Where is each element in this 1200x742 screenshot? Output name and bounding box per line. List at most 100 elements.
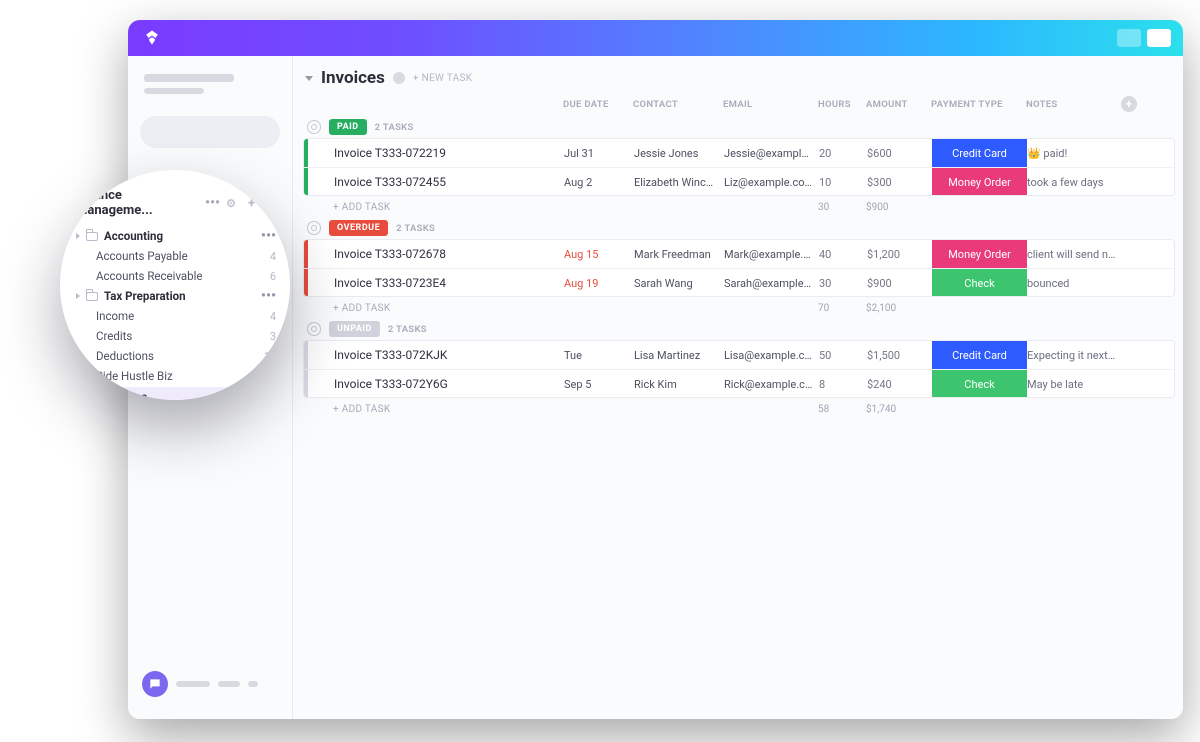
row-accent: [304, 139, 308, 167]
note[interactable]: May be late: [1027, 378, 1122, 391]
note[interactable]: took a few days: [1027, 176, 1122, 189]
payment-type[interactable]: Money Order: [932, 240, 1027, 268]
contact[interactable]: Rick Kim: [634, 378, 724, 391]
status-badge[interactable]: UNPAID: [329, 321, 380, 337]
amount[interactable]: $300: [867, 176, 932, 189]
due-date[interactable]: Aug 19: [564, 277, 634, 290]
table-row[interactable]: Invoice T333-072219Jul 31Jessie JonesJes…: [304, 139, 1174, 167]
group-header[interactable]: OVERDUE2 TASKS: [303, 217, 1175, 239]
amount[interactable]: $600: [867, 147, 932, 160]
more-icon[interactable]: •••: [261, 229, 276, 243]
email[interactable]: Lisa@example.com: [724, 349, 819, 362]
col-contact: CONTACT: [633, 99, 723, 110]
info-icon[interactable]: [393, 72, 405, 84]
note[interactable]: Expecting it next week: [1027, 349, 1122, 362]
sidebar-folder-item[interactable]: Tax Preparation •••: [76, 286, 276, 306]
group-total-amount: $2,100: [866, 303, 931, 314]
due-date[interactable]: Aug 15: [564, 248, 634, 261]
gear-icon[interactable]: ⚙: [226, 197, 236, 210]
status-badge[interactable]: PAID: [329, 119, 367, 135]
email[interactable]: Jessie@example.com: [724, 147, 819, 160]
group-header[interactable]: PAID 2 TASKS: [303, 116, 1175, 138]
due-date[interactable]: Sep 5: [564, 378, 634, 391]
amount[interactable]: $240: [867, 378, 932, 391]
column-headers: DUE DATE CONTACT EMAIL HOURS AMOUNT PAYM…: [303, 96, 1175, 116]
note[interactable]: 👑 paid!: [1027, 147, 1122, 160]
group-header[interactable]: UNPAID 2 TASKS: [303, 318, 1175, 340]
add-task-button[interactable]: + ADD TASK: [333, 303, 563, 314]
row-accent: [304, 370, 308, 398]
due-date[interactable]: Jul 31: [564, 147, 634, 160]
hours[interactable]: 20: [819, 147, 867, 160]
contact[interactable]: Mark Freedman: [634, 248, 724, 261]
email[interactable]: Sarah@example.com: [724, 277, 819, 290]
payment-type[interactable]: Check: [932, 370, 1027, 398]
add-task-button[interactable]: + ADD TASK: [333, 404, 563, 415]
contact[interactable]: Elizabeth Wincheste: [634, 176, 724, 189]
sidebar-list-item[interactable]: Deductions10: [76, 346, 276, 366]
sidebar-list-item[interactable]: Accounts Receivable 6: [76, 266, 276, 286]
status-circle-icon: [307, 322, 321, 336]
chat-icon[interactable]: [142, 671, 168, 697]
table-row[interactable]: Invoice T333-072KJKTueLisa MartinezLisa@…: [304, 341, 1174, 369]
window-restore-button[interactable]: [1117, 29, 1141, 47]
add-column-icon[interactable]: +: [1121, 96, 1137, 112]
amount[interactable]: $1,500: [867, 349, 932, 362]
due-date[interactable]: Tue: [564, 349, 634, 362]
email[interactable]: Rick@example.com: [724, 378, 819, 391]
task-name[interactable]: Invoice T333-072219: [334, 146, 564, 160]
task-name[interactable]: Invoice T333-072Y6G: [334, 377, 564, 391]
sidebar-folder-item[interactable]: Accounting •••: [76, 226, 276, 246]
hours[interactable]: 40: [819, 248, 867, 261]
item-count: 4: [270, 250, 276, 263]
status-badge[interactable]: OVERDUE: [329, 220, 388, 236]
item-label: Tax Preparation: [104, 289, 186, 303]
task-name[interactable]: Invoice T333-0723E4: [334, 276, 564, 290]
search-placeholder[interactable]: [140, 116, 280, 148]
more-icon[interactable]: •••: [205, 196, 220, 210]
task-count: 2 TASKS: [375, 122, 414, 133]
amount[interactable]: $900: [867, 277, 932, 290]
more-icon[interactable]: •••: [261, 289, 276, 303]
task-name[interactable]: Invoice T333-072KJK: [334, 348, 564, 362]
row-accent: [304, 168, 308, 196]
add-task-button[interactable]: + ADD TASK: [333, 202, 563, 213]
note[interactable]: client will send next w: [1027, 248, 1122, 261]
hours[interactable]: 30: [819, 277, 867, 290]
amount[interactable]: $1,200: [867, 248, 932, 261]
table-row[interactable]: Invoice T333-072678Aug 15Mark FreedmanMa…: [304, 240, 1174, 268]
item-label: Accounting: [104, 229, 163, 243]
sidebar-list-item[interactable]: Income4: [76, 306, 276, 326]
task-count: 2 TASKS: [388, 324, 427, 335]
window-maximize-button[interactable]: [1147, 29, 1171, 47]
table-row[interactable]: Invoice T333-072455Aug 2Elizabeth Winche…: [304, 167, 1174, 195]
task-name[interactable]: Invoice T333-072678: [334, 247, 564, 261]
payment-type[interactable]: Credit Card: [932, 341, 1027, 369]
hours[interactable]: 8: [819, 378, 867, 391]
payment-type[interactable]: Check: [932, 269, 1027, 297]
contact[interactable]: Jessie Jones: [634, 147, 724, 160]
item-label: Accounts Receivable: [96, 269, 203, 283]
payment-type[interactable]: Money Order: [932, 168, 1027, 196]
sidebar-list-item[interactable]: Accounts Payable4: [76, 246, 276, 266]
col-due: DUE DATE: [563, 99, 633, 110]
table-row[interactable]: Invoice T333-0723E4Aug 19Sarah WangSarah…: [304, 268, 1174, 296]
space-title[interactable]: Finance Manageme...: [76, 188, 197, 218]
caret-right-icon: [76, 233, 80, 239]
hours[interactable]: 10: [819, 176, 867, 189]
new-task-button[interactable]: + NEW TASK: [413, 73, 472, 84]
note[interactable]: bounced: [1027, 277, 1122, 290]
contact[interactable]: Lisa Martinez: [634, 349, 724, 362]
email[interactable]: Liz@example.com: [724, 176, 819, 189]
sidebar-list-item[interactable]: Credits3: [76, 326, 276, 346]
hours[interactable]: 50: [819, 349, 867, 362]
table-row[interactable]: Invoice T333-072Y6GSep 5Rick KimRick@exa…: [304, 369, 1174, 397]
collapse-page-icon[interactable]: [305, 76, 313, 81]
due-date[interactable]: Aug 2: [564, 176, 634, 189]
item-count: 4: [270, 310, 276, 323]
payment-type[interactable]: Credit Card: [932, 139, 1027, 167]
task-name[interactable]: Invoice T333-072455: [334, 175, 564, 189]
item-count: 6: [270, 270, 276, 283]
email[interactable]: Mark@example.com: [724, 248, 819, 261]
contact[interactable]: Sarah Wang: [634, 277, 724, 290]
